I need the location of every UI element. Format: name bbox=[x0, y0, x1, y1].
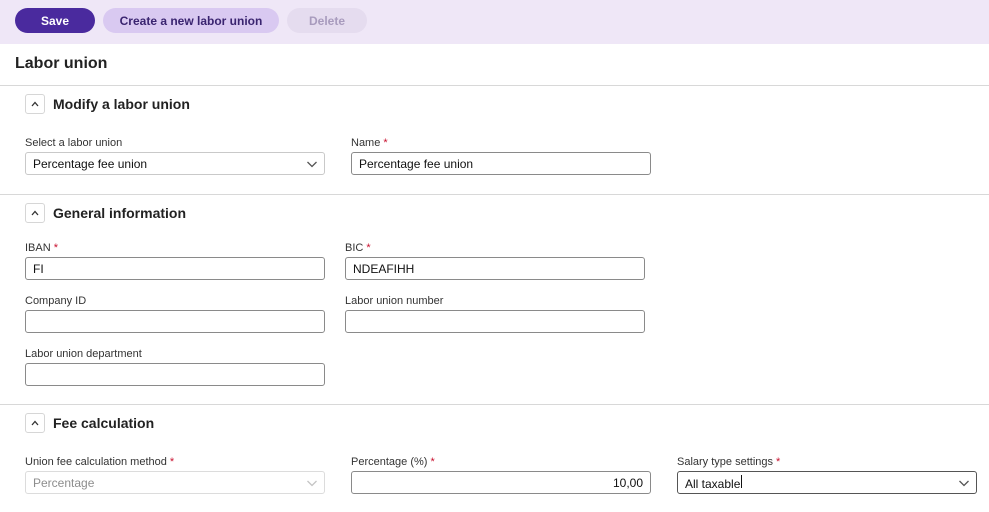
action-toolbar: Save Create a new labor union Delete bbox=[0, 0, 989, 44]
section-title: General information bbox=[53, 205, 187, 221]
delete-button[interactable]: Delete bbox=[287, 8, 367, 33]
required-marker: * bbox=[53, 242, 58, 254]
union-number-label: Labor union number bbox=[345, 295, 444, 307]
department-field[interactable] bbox=[25, 363, 325, 386]
bic-label: BIC * bbox=[345, 242, 371, 254]
save-button[interactable]: Save bbox=[15, 8, 95, 33]
fee-section-header: Fee calculation bbox=[25, 413, 154, 433]
chevron-up-icon bbox=[31, 210, 39, 216]
select-union-label: Select a labor union bbox=[25, 137, 123, 149]
required-marker: * bbox=[366, 242, 371, 254]
bic-field[interactable]: NDEAFIHH bbox=[345, 257, 645, 280]
divider bbox=[0, 85, 989, 86]
percentage-field[interactable]: 10,00 bbox=[351, 471, 651, 494]
text-cursor bbox=[741, 474, 743, 488]
page-title: Labor union bbox=[15, 55, 108, 72]
calculation-method-dropdown[interactable]: Percentage bbox=[25, 471, 325, 494]
calculation-method-label: Union fee calculation method * bbox=[25, 456, 175, 468]
department-label: Labor union department bbox=[25, 348, 142, 360]
collapse-modify-section-button[interactable] bbox=[25, 94, 45, 114]
name-label: Name * bbox=[351, 137, 388, 149]
divider bbox=[0, 194, 989, 195]
chevron-up-icon bbox=[31, 420, 39, 426]
chevron-up-icon bbox=[31, 101, 39, 107]
chevron-down-icon bbox=[307, 480, 317, 487]
chevron-down-icon bbox=[959, 480, 969, 487]
create-labor-union-button[interactable]: Create a new labor union bbox=[103, 8, 279, 33]
divider bbox=[0, 404, 989, 405]
iban-field[interactable]: FI bbox=[25, 257, 325, 280]
company-id-field[interactable] bbox=[25, 310, 325, 333]
collapse-general-section-button[interactable] bbox=[25, 203, 45, 223]
name-field[interactable]: Percentage fee union bbox=[351, 152, 651, 175]
chevron-down-icon bbox=[307, 161, 317, 168]
company-id-label: Company ID bbox=[25, 295, 87, 307]
calculation-method-value: Percentage bbox=[33, 475, 95, 490]
collapse-fee-section-button[interactable] bbox=[25, 413, 45, 433]
salary-type-label: Salary type settings * bbox=[677, 456, 781, 468]
modify-section-header: Modify a labor union bbox=[25, 94, 190, 114]
select-union-value: Percentage fee union bbox=[33, 156, 148, 171]
required-marker: * bbox=[383, 137, 388, 149]
section-title: Fee calculation bbox=[53, 415, 155, 431]
general-section-header: General information bbox=[25, 203, 186, 223]
required-marker: * bbox=[169, 456, 175, 468]
select-labor-union-dropdown[interactable]: Percentage fee union bbox=[25, 152, 325, 175]
section-title: Modify a labor union bbox=[53, 96, 190, 112]
union-number-field[interactable] bbox=[345, 310, 645, 333]
iban-label: IBAN * bbox=[25, 242, 58, 254]
required-marker: * bbox=[776, 456, 781, 468]
percentage-label: Percentage (%) * bbox=[351, 456, 435, 468]
salary-type-value: All taxable bbox=[685, 476, 741, 491]
salary-type-dropdown[interactable]: All taxable bbox=[677, 471, 977, 494]
required-marker: * bbox=[430, 456, 435, 468]
